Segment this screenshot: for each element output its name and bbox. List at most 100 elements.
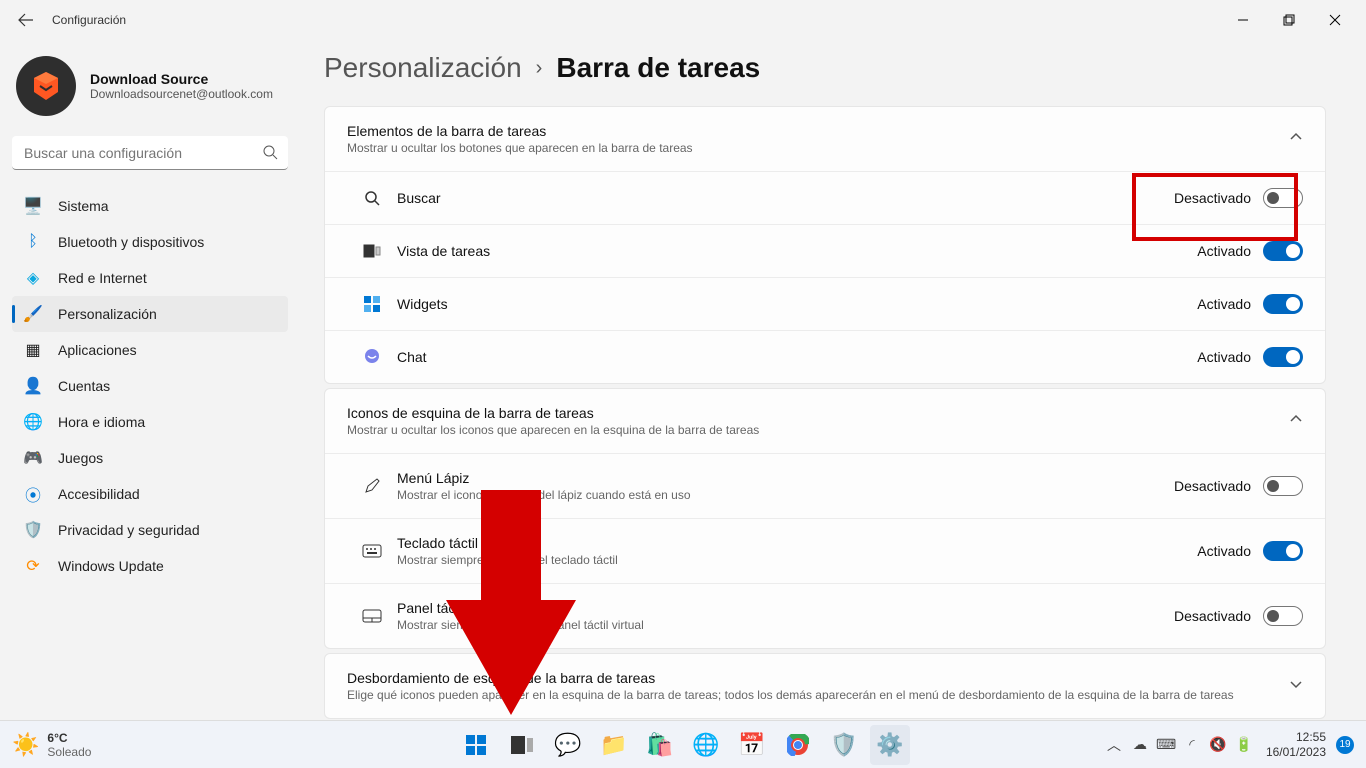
section-subtitle: Elige qué iconos pueden aparecer en la e…	[347, 688, 1289, 702]
toggle-state: Activado	[1197, 349, 1251, 365]
crumb-parent[interactable]: Personalización	[324, 52, 522, 84]
taskbar: ☀️ 6°C Soleado 💬 📁 🛍️ 🌐 📅 🛡️ ⚙️ ︿ ☁ ⌨ ◜ …	[0, 720, 1366, 768]
keyboard-icon	[347, 544, 397, 558]
toggle-state: Desactivado	[1174, 478, 1251, 494]
security-button[interactable]: 🛡️	[824, 725, 864, 765]
weather-temp: 6°C	[47, 731, 91, 745]
start-button[interactable]	[456, 725, 496, 765]
shield-icon: 🛡️	[24, 521, 42, 539]
minimize-button[interactable]	[1220, 4, 1266, 36]
row-label: Menú Lápiz	[397, 470, 1174, 486]
tray-battery-icon[interactable]: 🔋	[1234, 736, 1254, 753]
nav-label: Aplicaciones	[58, 342, 137, 358]
nav-update[interactable]: ⟳Windows Update	[12, 548, 288, 584]
edge-button[interactable]: 🌐	[686, 725, 726, 765]
taskview-button[interactable]	[502, 725, 542, 765]
nav-label: Bluetooth y dispositivos	[58, 234, 204, 250]
toggle-pen[interactable]	[1263, 476, 1303, 496]
accessibility-icon: ⦿	[24, 485, 42, 503]
section-overflow-header[interactable]: Desbordamiento de esquina de la barra de…	[325, 654, 1325, 718]
toggle-widgets[interactable]	[1263, 294, 1303, 314]
maximize-button[interactable]	[1266, 4, 1312, 36]
section-title: Elementos de la barra de tareas	[347, 123, 1289, 139]
search-input[interactable]	[12, 136, 288, 170]
clock-time: 12:55	[1266, 730, 1326, 744]
toggle-taskview[interactable]	[1263, 241, 1303, 261]
row-pen: Menú Lápiz Mostrar el icono del menú del …	[325, 453, 1325, 518]
settings-button[interactable]: ⚙️	[870, 725, 910, 765]
nav-accessibility[interactable]: ⦿Accesibilidad	[12, 476, 288, 512]
nav-bluetooth[interactable]: ᛒ Bluetooth y dispositivos	[12, 224, 288, 260]
row-search: Buscar Desactivado	[325, 171, 1325, 224]
row-label: Panel táctil	[397, 600, 1174, 616]
row-label: Buscar	[397, 190, 1174, 206]
teams-button[interactable]: 💬	[548, 725, 588, 765]
close-button[interactable]	[1312, 4, 1358, 36]
toggle-state: Desactivado	[1174, 608, 1251, 624]
toggle-state: Activado	[1197, 243, 1251, 259]
wifi-icon: ◈	[24, 269, 42, 287]
nav-label: Sistema	[58, 198, 109, 214]
row-touchkbd: Teclado táctilMostrar siempre el icono d…	[325, 518, 1325, 583]
calendar-button[interactable]: 📅	[732, 725, 772, 765]
nav-label: Privacidad y seguridad	[58, 522, 200, 538]
tray-volume-icon[interactable]: 🔇	[1208, 736, 1228, 753]
taskview-icon	[511, 736, 533, 754]
globe-icon: 🌐	[24, 413, 42, 431]
toggle-state: Activado	[1197, 296, 1251, 312]
tray-language-icon[interactable]: ⌨	[1156, 736, 1176, 753]
nav-privacy[interactable]: 🛡️ Privacidad y seguridad	[12, 512, 288, 548]
nav-accounts[interactable]: 👤Cuentas	[12, 368, 288, 404]
row-sublabel: Mostrar el icono del menú del lápiz cuan…	[397, 488, 1174, 502]
apps-icon: ▦	[24, 341, 42, 359]
calendar-icon: 📅	[738, 732, 765, 758]
nav-system[interactable]: 🖥️Sistema	[12, 188, 288, 224]
toggle-touchkbd[interactable]	[1263, 541, 1303, 561]
row-sublabel: Mostrar siempre el icono del teclado tác…	[397, 553, 1197, 567]
chrome-icon	[787, 734, 809, 756]
section-subtitle: Mostrar u ocultar los iconos que aparece…	[347, 423, 1289, 437]
notification-badge[interactable]: 19	[1336, 736, 1354, 754]
shield-icon: 🛡️	[830, 732, 857, 758]
account-email: Downloadsourcenet@outlook.com	[90, 87, 273, 101]
breadcrumb: Personalización › Barra de tareas	[324, 52, 1326, 84]
row-widgets: Widgets Activado	[325, 277, 1325, 330]
toggle-touchpad[interactable]	[1263, 606, 1303, 626]
row-label: Chat	[397, 349, 1197, 365]
nav-time[interactable]: 🌐 Hora e idioma	[12, 404, 288, 440]
toggle-state: Desactivado	[1174, 190, 1251, 206]
nav-apps[interactable]: ▦ Aplicaciones	[12, 332, 288, 368]
back-button[interactable]	[8, 2, 44, 38]
nav-label: Personalización	[58, 306, 157, 322]
row-label: Vista de tareas	[397, 243, 1197, 259]
nav-label: Hora e idioma	[58, 414, 145, 430]
explorer-button[interactable]: 📁	[594, 725, 634, 765]
account-block[interactable]: Download Source Downloadsourcenet@outloo…	[12, 44, 288, 136]
nav-network[interactable]: ◈ Red e Internet	[12, 260, 288, 296]
toggle-search[interactable]	[1263, 188, 1303, 208]
chrome-button[interactable]	[778, 725, 818, 765]
nav-label: Windows Update	[58, 558, 164, 574]
section-corner-icons-header[interactable]: Iconos de esquina de la barra de tareas …	[325, 389, 1325, 453]
person-icon: 👤	[24, 377, 42, 395]
tray-chevron-up-icon[interactable]: ︿	[1104, 735, 1124, 755]
tray-onedrive-icon[interactable]: ☁	[1130, 736, 1150, 753]
clock[interactable]: 12:55 16/01/2023	[1266, 730, 1326, 759]
nav-label: Red e Internet	[58, 270, 147, 286]
bluetooth-icon: ᛒ	[24, 233, 42, 251]
weather-widget[interactable]: ☀️ 6°C Soleado	[12, 731, 91, 759]
chat-icon	[347, 348, 397, 366]
chevron-up-icon	[1289, 412, 1303, 431]
toggle-chat[interactable]	[1263, 347, 1303, 367]
store-button[interactable]: 🛍️	[640, 725, 680, 765]
nav-personalization[interactable]: 🖌️ Personalización	[12, 296, 288, 332]
section-subtitle: Mostrar u ocultar los botones que aparec…	[347, 141, 1289, 155]
toggle-state: Activado	[1197, 543, 1251, 559]
nav-gaming[interactable]: 🎮Juegos	[12, 440, 288, 476]
close-icon	[1329, 14, 1341, 26]
gear-icon: ⚙️	[876, 732, 903, 758]
chevron-right-icon: ›	[536, 57, 543, 80]
section-taskbar-items-header[interactable]: Elementos de la barra de tareas Mostrar …	[325, 107, 1325, 171]
paint-icon: 🖌️	[24, 305, 42, 323]
tray-wifi-icon[interactable]: ◜	[1182, 736, 1202, 753]
